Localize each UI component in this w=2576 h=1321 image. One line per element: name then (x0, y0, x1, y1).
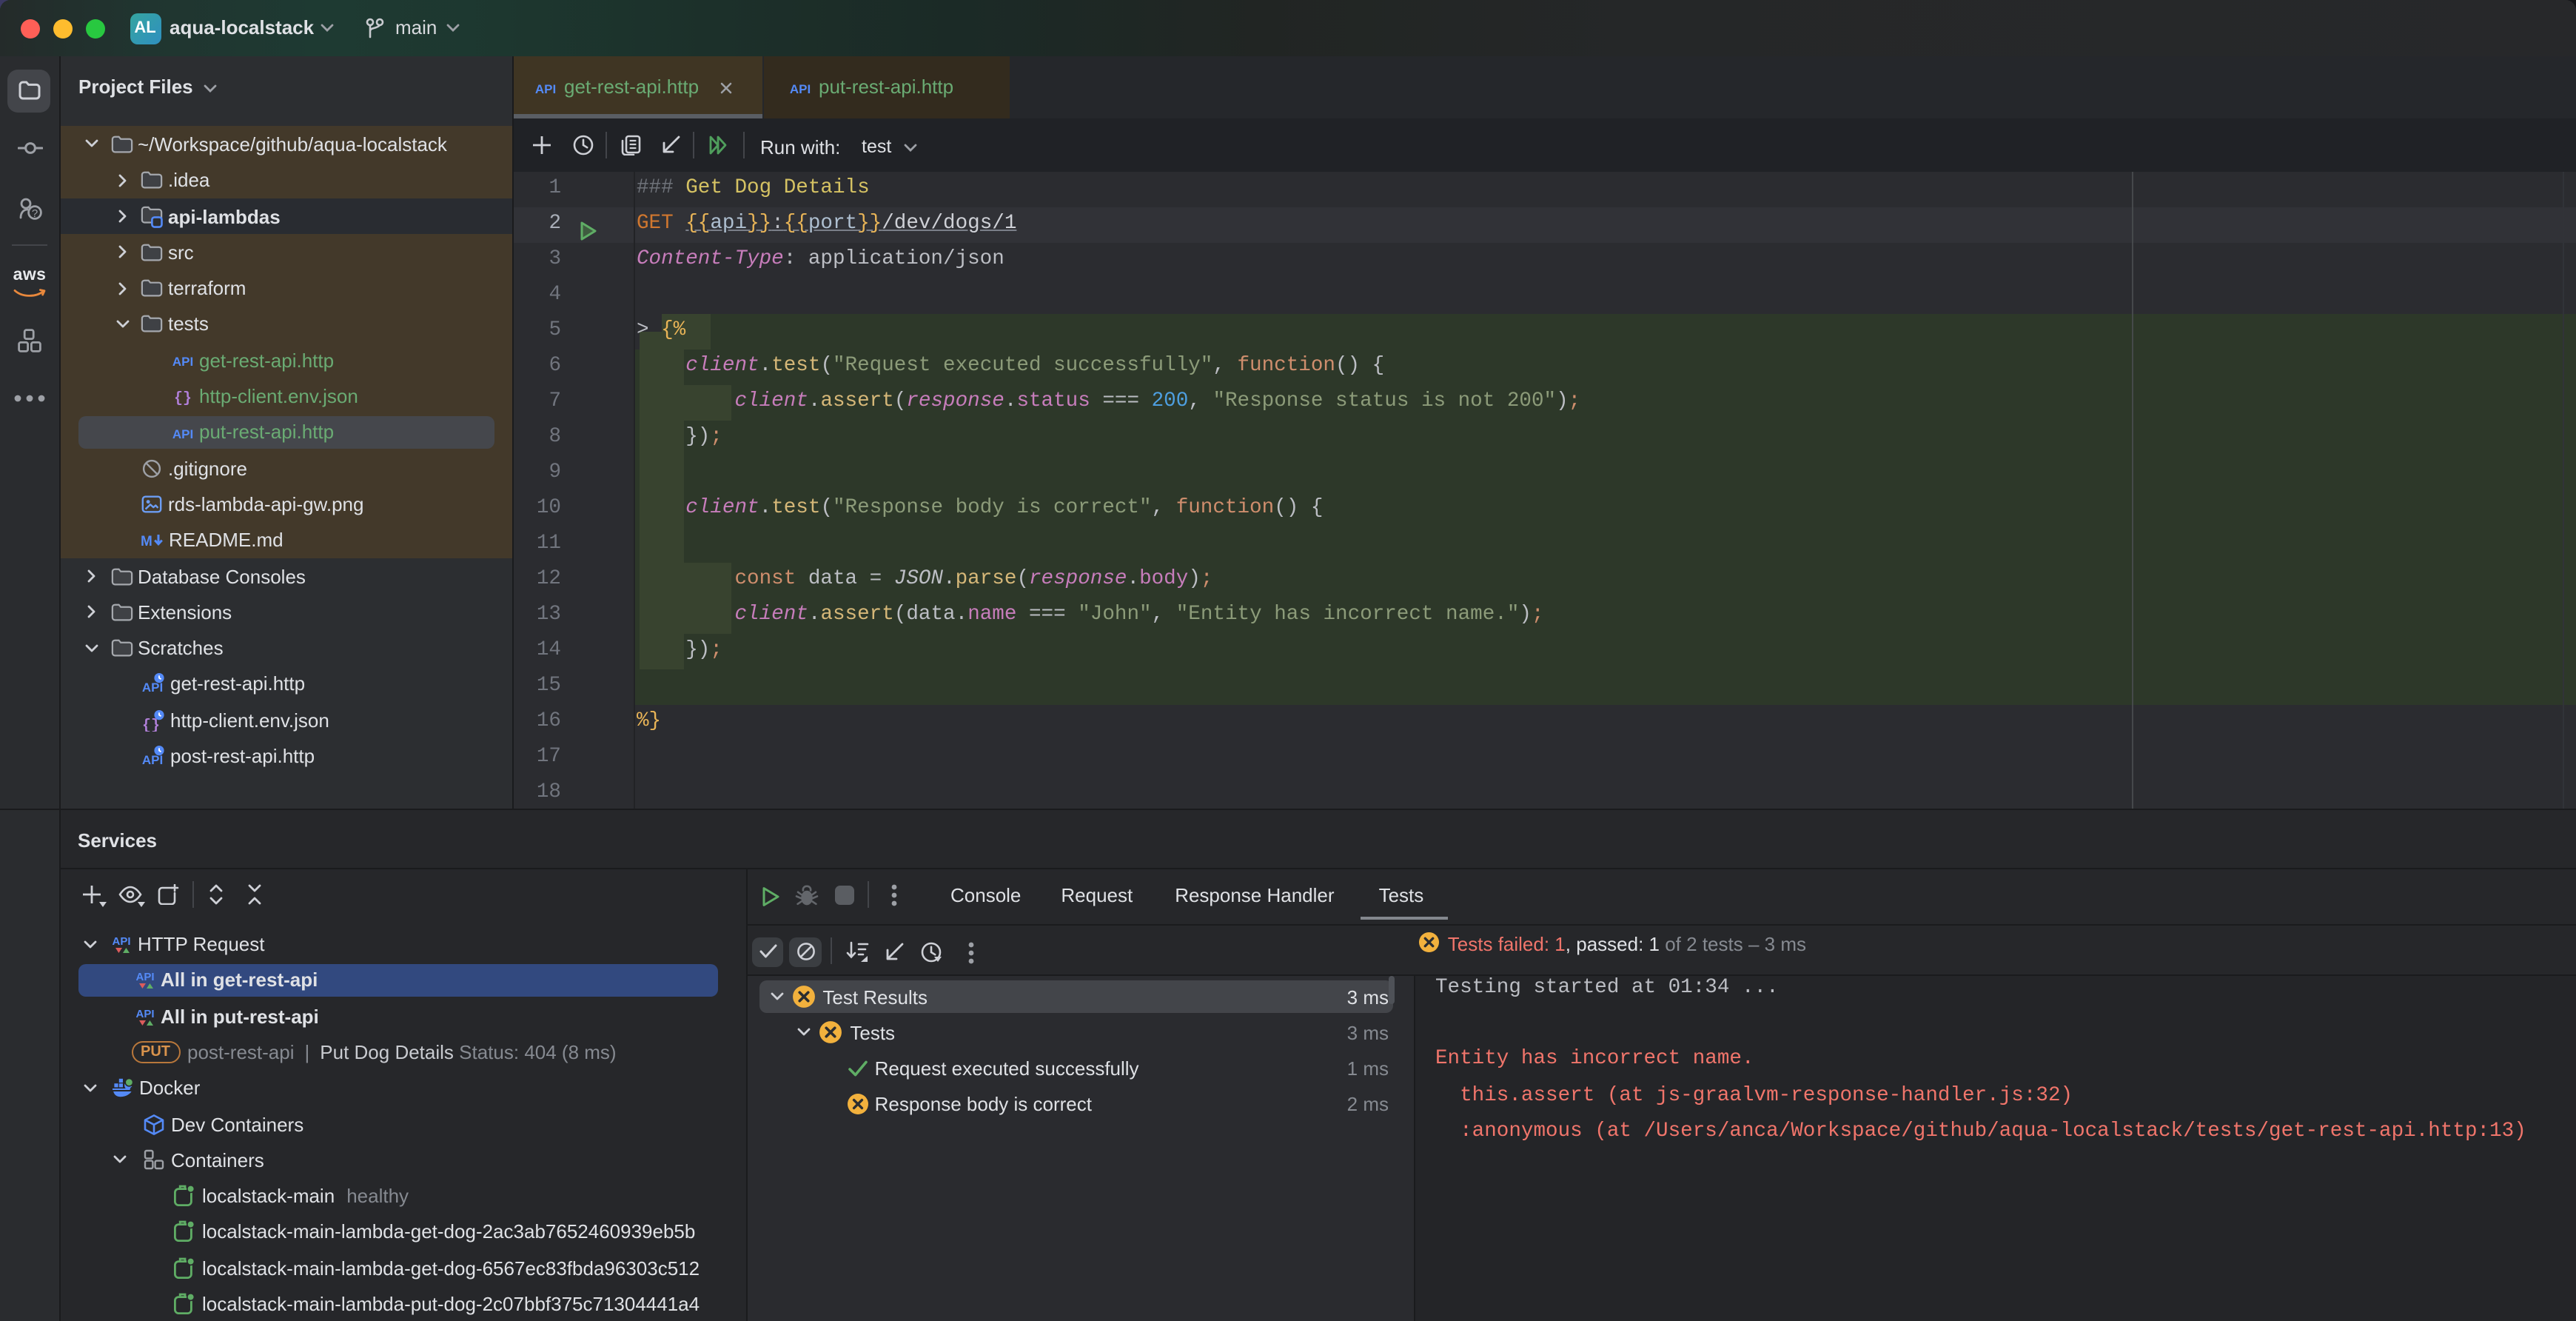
svg-text:API: API (172, 427, 192, 441)
svg-text:{}: {} (142, 717, 160, 731)
svg-text:API: API (535, 82, 556, 96)
svg-text:{}: {} (173, 390, 191, 407)
svg-text:API: API (135, 971, 153, 984)
svg-text:M: M (141, 534, 152, 549)
svg-text:API: API (112, 935, 130, 948)
svg-text:API: API (790, 82, 811, 96)
svg-text:?: ? (32, 207, 38, 220)
svg-text:API: API (172, 355, 192, 369)
svg-text:API: API (135, 1007, 153, 1020)
